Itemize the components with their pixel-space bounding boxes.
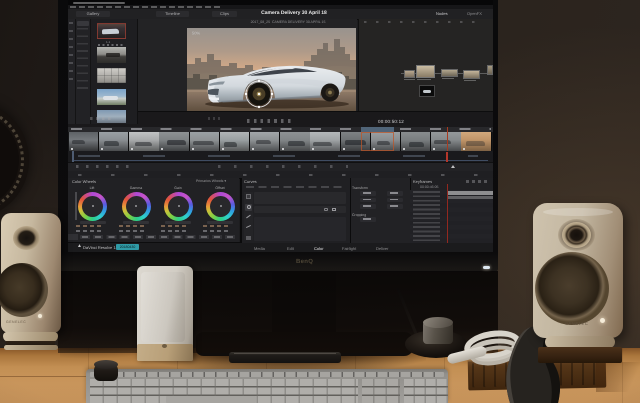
svg-text:50%: 50% <box>192 31 200 36</box>
